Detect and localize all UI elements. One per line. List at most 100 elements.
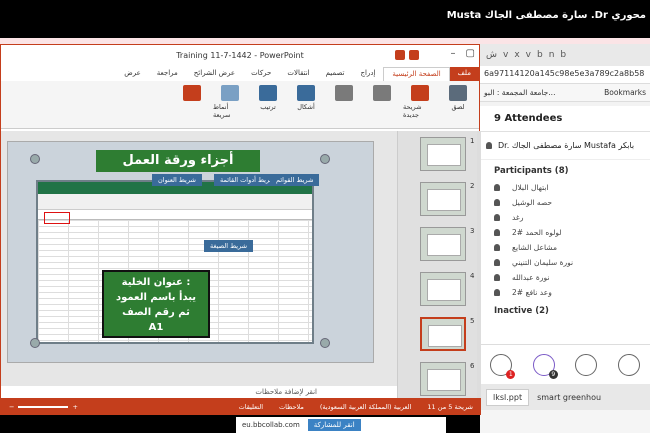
download-other[interactable]: smart greenhou: [537, 393, 601, 402]
slide-title: أجزاء ورقة العمل: [96, 150, 260, 172]
ppt-title: Training 11-7-1442 - PowerPoint: [176, 51, 304, 60]
tab-slideshow[interactable]: عرض الشرائح: [186, 67, 243, 81]
attendees-panel: 9 Attendees Dr. سارة مصطفى الجاك Mustafa…: [480, 106, 650, 382]
attendee-self-name: Dr. سارة مصطفى الجاك Mustafa بابكر: [498, 141, 635, 150]
tab-animations[interactable]: حركات: [243, 67, 279, 81]
zoom-control[interactable]: − +: [9, 403, 78, 411]
ppt-titlebar: Training 11-7-1442 - PowerPoint – ▢: [1, 45, 479, 67]
tab-home[interactable]: الصفحة الرئيسية: [383, 67, 450, 81]
notes-pane[interactable]: انقر لإضافة ملاحظات: [1, 386, 397, 398]
browser-tab-2[interactable]: v: [503, 50, 508, 60]
participant-row[interactable]: رغد: [480, 210, 650, 225]
tab-design[interactable]: تصميم: [318, 67, 353, 81]
participant-name: حصه الوشيل: [512, 198, 553, 207]
slide-thumbnails: 1 2 3 4 5 6: [397, 131, 481, 398]
settings-button[interactable]: [617, 353, 640, 376]
notes-toggle[interactable]: ملاحظات: [279, 403, 304, 411]
excel-ribbon: [38, 194, 312, 210]
thumb-number: 2: [470, 182, 475, 190]
paste-button[interactable]: لصق: [441, 85, 475, 124]
window-controls: – ▢: [451, 48, 475, 59]
thumb-slide[interactable]: [420, 227, 466, 261]
browser-tab-7[interactable]: b: [560, 50, 566, 60]
share-banner: eu.bbcollab.com انقر للمشاركة: [236, 417, 446, 433]
thumb-number: 6: [470, 362, 475, 370]
downloads-bar: lksl.ppt smart greenhou: [480, 384, 650, 410]
pin-icon: [30, 338, 40, 348]
share-url: eu.bbcollab.com: [242, 421, 300, 429]
share-button[interactable]: [575, 353, 598, 376]
bookmark-university[interactable]: جامعة المجمعة : البو...: [484, 88, 555, 97]
shapes-button[interactable]: أشكال: [289, 85, 323, 124]
participant-row[interactable]: وعد نافع #2: [480, 285, 650, 300]
attendee-self[interactable]: Dr. سارة مصطفى الجاك Mustafa بابكر: [480, 132, 650, 160]
bookmarks-label[interactable]: Bookmarks: [604, 88, 646, 97]
maximize-icon[interactable]: ▢: [466, 48, 475, 59]
people-badge: 9: [548, 369, 558, 379]
thumb-slide[interactable]: [420, 362, 466, 396]
cell-address-box: عنوان الخلية : يبدأ باسم العمود ثم رقم ا…: [102, 270, 210, 338]
participant-name: ابتهال البلال: [512, 183, 549, 192]
browser-tab-3[interactable]: x: [514, 50, 519, 60]
thumb-number: 4: [470, 272, 475, 280]
tab-file[interactable]: ملف: [449, 67, 479, 81]
thumb-number: 1: [470, 137, 475, 145]
mic-icon: [486, 142, 492, 149]
participant-row[interactable]: ابتهال البلال: [480, 180, 650, 195]
chat-button[interactable]: 1: [490, 353, 516, 379]
participant-name: نورة سليمان التنيني: [512, 258, 574, 267]
tab-transitions[interactable]: انتقالات: [279, 67, 317, 81]
participant-row[interactable]: نورة سليمان التنيني: [480, 255, 650, 270]
participant-name: نورة عبدالله: [512, 273, 550, 282]
participant-row[interactable]: حصه الوشيل: [480, 195, 650, 210]
tab-insert[interactable]: إدراج: [352, 67, 383, 81]
thumb-slide[interactable]: [420, 182, 466, 216]
participant-row[interactable]: مشاعل الشايع: [480, 240, 650, 255]
excel-formula-bar: [38, 212, 312, 220]
browser-tab-1[interactable]: ش: [486, 50, 497, 60]
editing-button[interactable]: [175, 85, 209, 124]
thumb-slide[interactable]: [420, 272, 466, 306]
pin-icon: [30, 154, 40, 164]
person-icon: [494, 244, 500, 251]
quick-styles-button[interactable]: أنماط سريعة: [213, 85, 247, 124]
info-line: يبدأ باسم العمود: [115, 292, 197, 303]
arrange-button[interactable]: ترتيب: [251, 85, 285, 124]
minimize-icon[interactable]: –: [451, 48, 456, 59]
comments-toggle[interactable]: التعليقات: [239, 403, 263, 411]
thumb-slide-selected[interactable]: [420, 317, 466, 351]
cell-selection: [44, 212, 70, 224]
ribbon-tabs: ملف الصفحة الرئيسية إدراج تصميم انتقالات…: [1, 67, 479, 81]
browser-tab-4[interactable]: v: [526, 50, 531, 60]
address-bar[interactable]: 6a97114120a145c98e5e3a789c2a8b58: [480, 66, 650, 84]
inactive-title[interactable]: Inactive (2): [480, 300, 650, 320]
current-slide[interactable]: أجزاء ورقة العمل شريط العنوان شريط أدوات…: [7, 141, 374, 363]
participant-name: رغد: [512, 213, 524, 222]
font-tools[interactable]: [365, 85, 399, 124]
participants-title[interactable]: Participants (8): [480, 160, 650, 180]
info-line: عنوان الخلية :: [121, 277, 191, 288]
participant-row[interactable]: لولوه الحمد #2: [480, 225, 650, 240]
language-status[interactable]: العربية (المملكة العربية السعودية): [320, 403, 412, 411]
pin-icon: [320, 154, 330, 164]
thumbs-scrollbar[interactable]: [477, 131, 481, 398]
share-button[interactable]: انقر للمشاركة: [307, 419, 361, 431]
tab-view[interactable]: عرض: [116, 67, 149, 81]
tab-review[interactable]: مراجعة: [149, 67, 186, 81]
save-icon[interactable]: [395, 50, 405, 60]
attendees-button[interactable]: 9: [532, 353, 558, 379]
person-icon: [494, 199, 500, 206]
undo-icon[interactable]: [409, 50, 419, 60]
chat-badge: 1: [506, 369, 516, 379]
thumb-slide[interactable]: [420, 137, 466, 171]
new-slide-button[interactable]: شريحة جديدة: [403, 85, 437, 124]
paragraph-tools[interactable]: [327, 85, 361, 124]
browser-tab-6[interactable]: n: [549, 50, 555, 60]
bookmarks-bar: جامعة المجمعة : البو... Bookmarks: [480, 84, 650, 102]
participant-row[interactable]: نورة عبدالله: [480, 270, 650, 285]
label-menu-bar: شريط القوائم: [270, 174, 320, 186]
browser-tab-5[interactable]: b: [537, 50, 543, 60]
slide-stage: أجزاء ورقة العمل شريط العنوان شريط أدوات…: [1, 131, 397, 386]
download-file[interactable]: lksl.ppt: [486, 388, 530, 406]
collab-bottom-bar: 1 9: [480, 344, 650, 384]
